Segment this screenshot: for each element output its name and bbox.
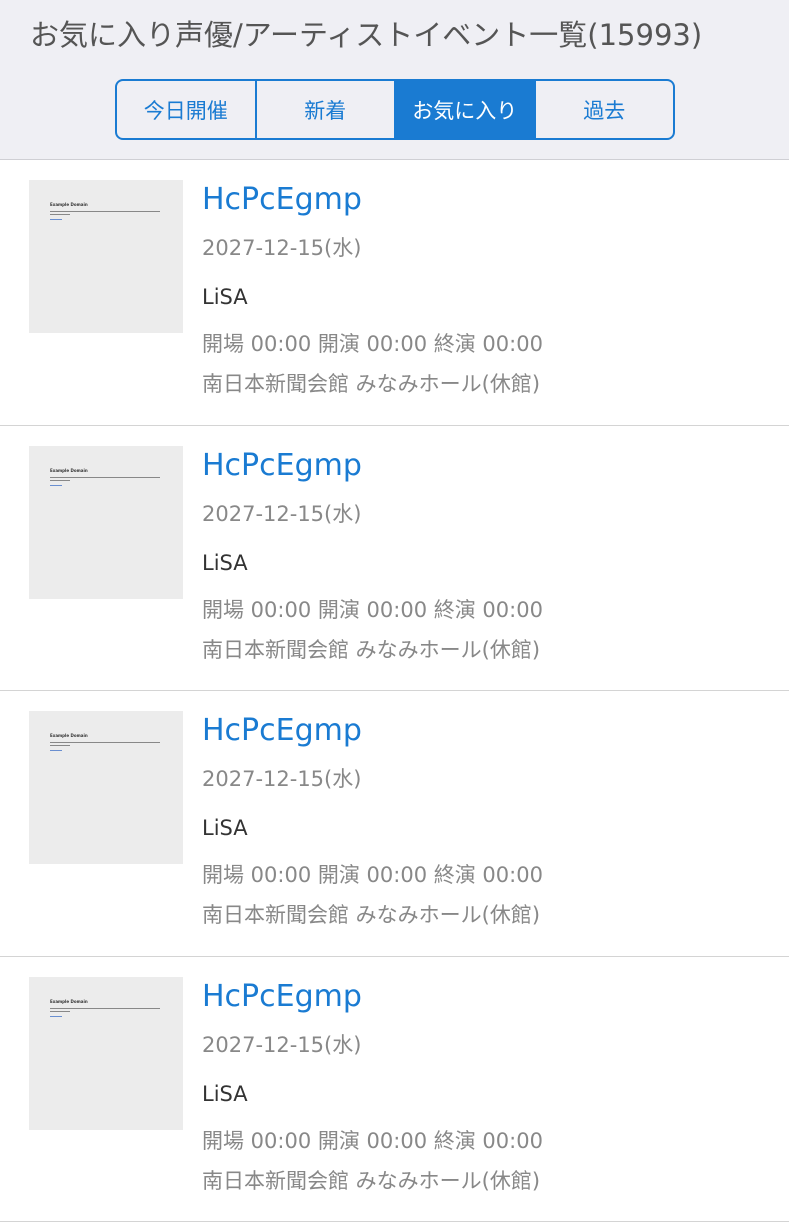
- event-venue: 南日本新聞会館 みなみホール(休館): [202, 1166, 540, 1196]
- event-times: 開場 00:00 開演 00:00 終演 00:00: [202, 595, 543, 625]
- event-artist: LiSA: [202, 813, 248, 843]
- event-list-item[interactable]: Example Domain HcPcEgmp 2027-12-15(水) Li…: [0, 691, 789, 957]
- event-list-item[interactable]: Example Domain HcPcEgmp 2027-12-15(水) Li…: [0, 957, 789, 1222]
- event-date: 2027-12-15(水): [202, 764, 361, 794]
- thumbnail-text-line: [50, 477, 160, 478]
- thumbnail-text-line: [50, 742, 160, 743]
- event-times: 開場 00:00 開演 00:00 終演 00:00: [202, 329, 543, 359]
- event-times: 開場 00:00 開演 00:00 終演 00:00: [202, 1126, 543, 1156]
- thumbnail-text-line: [50, 214, 70, 215]
- thumbnail-text-line: [50, 1011, 70, 1012]
- thumbnail-text-line: [50, 745, 70, 746]
- event-date: 2027-12-15(水): [202, 1030, 361, 1060]
- tab-today[interactable]: 今日開催: [117, 81, 255, 138]
- event-thumbnail[interactable]: Example Domain: [29, 180, 183, 333]
- thumbnail-caption: Example Domain: [50, 999, 88, 1004]
- event-list-item[interactable]: Example Domain HcPcEgmp 2027-12-15(水) Li…: [0, 160, 789, 426]
- thumbnail-link-line: [50, 1016, 62, 1017]
- thumbnail-caption: Example Domain: [50, 733, 88, 738]
- segmented-tabs: 今日開催 新着 お気に入り 過去: [115, 79, 675, 140]
- event-thumbnail[interactable]: Example Domain: [29, 977, 183, 1130]
- event-venue: 南日本新聞会館 みなみホール(休館): [202, 369, 540, 399]
- tab-favorites[interactable]: お気に入り: [394, 81, 534, 138]
- event-title-link[interactable]: HcPcEgmp: [202, 446, 362, 486]
- event-venue: 南日本新聞会館 みなみホール(休館): [202, 900, 540, 930]
- event-title-link[interactable]: HcPcEgmp: [202, 977, 362, 1017]
- event-artist: LiSA: [202, 1079, 248, 1109]
- page-title: お気に入り声優/アーティストイベント一覧(15993): [30, 14, 702, 56]
- thumbnail-link-line: [50, 219, 62, 220]
- thumbnail-link-line: [50, 485, 62, 486]
- event-title-link[interactable]: HcPcEgmp: [202, 180, 362, 220]
- event-artist: LiSA: [202, 548, 248, 578]
- thumbnail-text-line: [50, 480, 70, 481]
- thumbnail-link-line: [50, 750, 62, 751]
- tab-new[interactable]: 新着: [255, 81, 395, 138]
- event-list-item[interactable]: Example Domain HcPcEgmp 2027-12-15(水) Li…: [0, 426, 789, 692]
- event-date: 2027-12-15(水): [202, 233, 361, 263]
- event-title-link[interactable]: HcPcEgmp: [202, 711, 362, 751]
- event-venue: 南日本新聞会館 みなみホール(休館): [202, 635, 540, 665]
- event-artist: LiSA: [202, 282, 248, 312]
- thumbnail-text-line: [50, 211, 160, 212]
- thumbnail-caption: Example Domain: [50, 202, 88, 207]
- event-times: 開場 00:00 開演 00:00 終演 00:00: [202, 860, 543, 890]
- tab-past[interactable]: 過去: [534, 81, 674, 138]
- event-date: 2027-12-15(水): [202, 499, 361, 529]
- thumbnail-caption: Example Domain: [50, 468, 88, 473]
- page-header: お気に入り声優/アーティストイベント一覧(15993) 今日開催 新着 お気に入…: [0, 0, 789, 160]
- event-thumbnail[interactable]: Example Domain: [29, 711, 183, 864]
- event-thumbnail[interactable]: Example Domain: [29, 446, 183, 599]
- thumbnail-text-line: [50, 1008, 160, 1009]
- event-list: Example Domain HcPcEgmp 2027-12-15(水) Li…: [0, 160, 789, 1222]
